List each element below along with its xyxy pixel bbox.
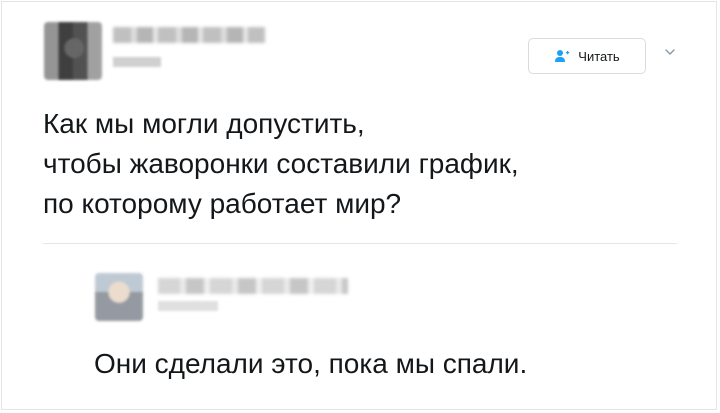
author-handle-redacted bbox=[113, 57, 161, 67]
chevron-down-icon[interactable] bbox=[664, 46, 676, 58]
reply-text: Они сделали это, пока мы спали. bbox=[94, 348, 528, 379]
reply-author-name-redacted bbox=[158, 278, 348, 294]
reply-avatar[interactable] bbox=[95, 273, 143, 321]
divider bbox=[43, 243, 677, 244]
author-avatar[interactable] bbox=[44, 22, 102, 80]
tweet: Читать Как мы могли допустить, чтобы жав… bbox=[0, 0, 720, 413]
tweet-text: Как мы могли допустить, чтобы жаворонки … bbox=[43, 108, 519, 219]
follow-person-icon bbox=[555, 50, 570, 62]
follow-button-label: Читать bbox=[578, 48, 620, 64]
follow-button[interactable]: Читать bbox=[528, 38, 646, 74]
reply-author-handle-redacted bbox=[158, 301, 218, 311]
author-name-redacted bbox=[113, 27, 265, 43]
